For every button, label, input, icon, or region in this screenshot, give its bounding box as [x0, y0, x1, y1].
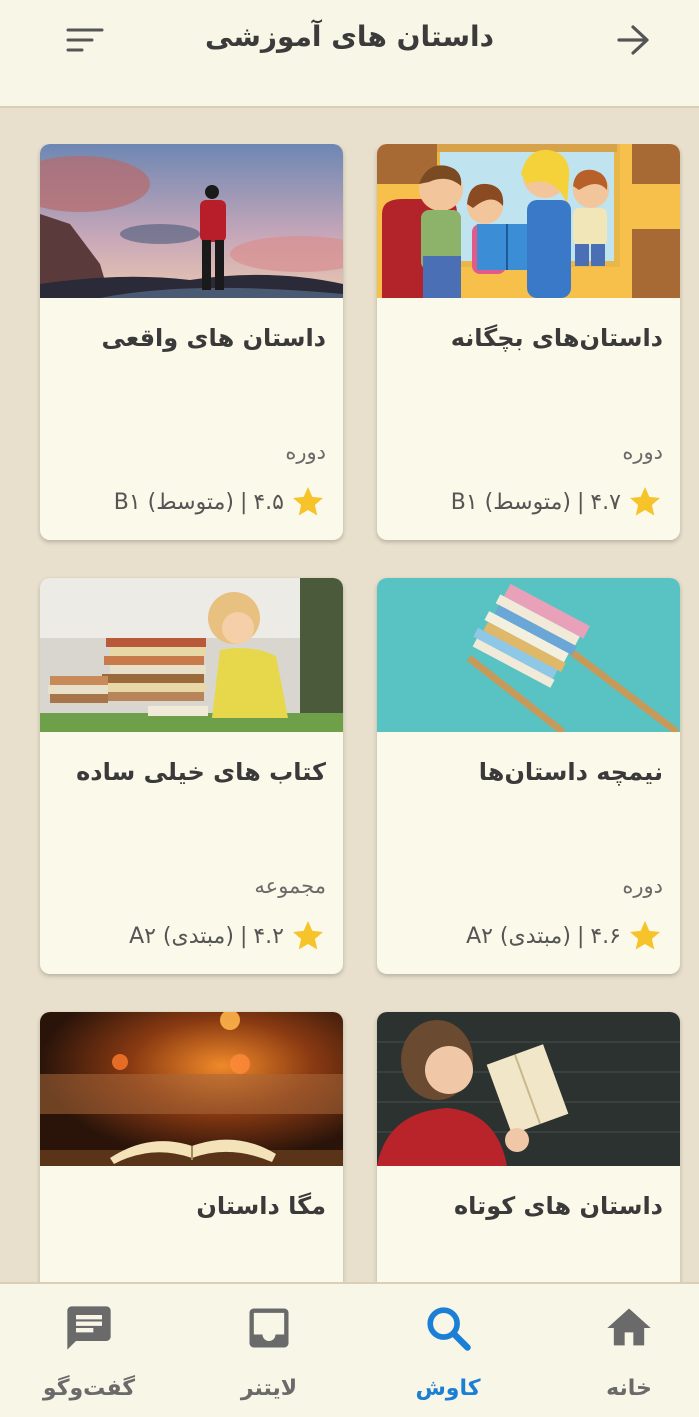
nav-leitner-label: لایتنر	[240, 1376, 298, 1401]
course-type: دوره	[285, 440, 326, 464]
app-header: داستان های آموزشی	[0, 0, 699, 108]
course-level: (متوسط) B۱	[450, 489, 571, 515]
course-level: (مبتدی) A۲	[466, 923, 571, 949]
bottom-navigation: خانه کاوش لایتنر گفت‌وگو	[0, 1282, 699, 1417]
nav-explore[interactable]: کاوش	[388, 1284, 508, 1417]
rating-value: ۴.۵	[253, 489, 284, 515]
rating-separator: |	[239, 923, 248, 949]
course-title: داستان های واقعی	[101, 324, 326, 352]
chat-icon	[67, 1306, 111, 1350]
book-stack-on-sticks	[377, 578, 680, 732]
course-title: مگا داستان	[196, 1192, 326, 1220]
course-type: مجموعه	[254, 874, 326, 898]
nav-chat-label: گفت‌وگو	[42, 1376, 136, 1401]
course-title: داستان های کوتاه	[454, 1192, 663, 1220]
course-type: دوره	[622, 440, 663, 464]
nav-home-label: خانه	[606, 1376, 652, 1401]
nav-explore-label: کاوش	[415, 1376, 481, 1401]
course-type: دوره	[622, 874, 663, 898]
filter-sort-icon[interactable]	[64, 24, 106, 56]
rating-value: ۴.۷	[590, 489, 621, 515]
course-rating: ۴.۲ | (مبتدی) A۲	[129, 918, 326, 954]
star-icon	[630, 487, 660, 516]
man-on-mountain-sunset	[40, 144, 343, 298]
rating-separator: |	[239, 489, 248, 515]
course-title: داستان‌های بچگانه	[450, 324, 663, 352]
rating-value: ۴.۶	[590, 923, 621, 949]
course-grid: داستان‌های بچگانه دوره ۴.۷ | (متوسط) B۱	[0, 144, 699, 1282]
open-book-fireplace	[40, 1012, 343, 1166]
rating-value: ۴.۲	[253, 923, 284, 949]
course-rating: ۴.۷ | (متوسط) B۱	[451, 484, 663, 520]
rating-separator: |	[576, 489, 585, 515]
course-title: نیمچه داستان‌ها	[478, 758, 663, 786]
course-level: (مبتدی) A۲	[129, 923, 234, 949]
woman-reading-book	[377, 1012, 680, 1166]
rating-separator: |	[576, 923, 585, 949]
nav-home[interactable]: خانه	[569, 1284, 689, 1417]
search-icon	[427, 1307, 471, 1351]
girl-with-books	[40, 578, 343, 732]
course-card[interactable]: داستان های کوتاه	[377, 1012, 680, 1282]
course-card[interactable]: کتاب های خیلی ساده مجموعه ۴.۲ | (مبتدی) …	[40, 578, 343, 974]
course-card[interactable]: نیمچه داستان‌ها دوره ۴.۶ | (مبتدی) A۲	[377, 578, 680, 974]
family-reading-illustration	[377, 144, 680, 298]
star-icon	[293, 487, 323, 516]
inbox-icon	[249, 1308, 289, 1348]
course-card[interactable]: مگا داستان	[40, 1012, 343, 1282]
course-card[interactable]: داستان های واقعی دوره ۴.۵ | (متوسط) B۱	[40, 144, 343, 540]
course-title: کتاب های خیلی ساده	[76, 758, 326, 786]
star-icon	[630, 921, 660, 950]
course-level: (متوسط) B۱	[113, 489, 234, 515]
course-card[interactable]: داستان‌های بچگانه دوره ۴.۷ | (متوسط) B۱	[377, 144, 680, 540]
star-icon	[293, 921, 323, 950]
home-icon	[607, 1308, 651, 1346]
nav-leitner[interactable]: لایتنر	[209, 1284, 329, 1417]
course-rating: ۴.۶ | (مبتدی) A۲	[466, 918, 663, 954]
nav-chat[interactable]: گفت‌وگو	[29, 1284, 149, 1417]
course-rating: ۴.۵ | (متوسط) B۱	[114, 484, 326, 520]
